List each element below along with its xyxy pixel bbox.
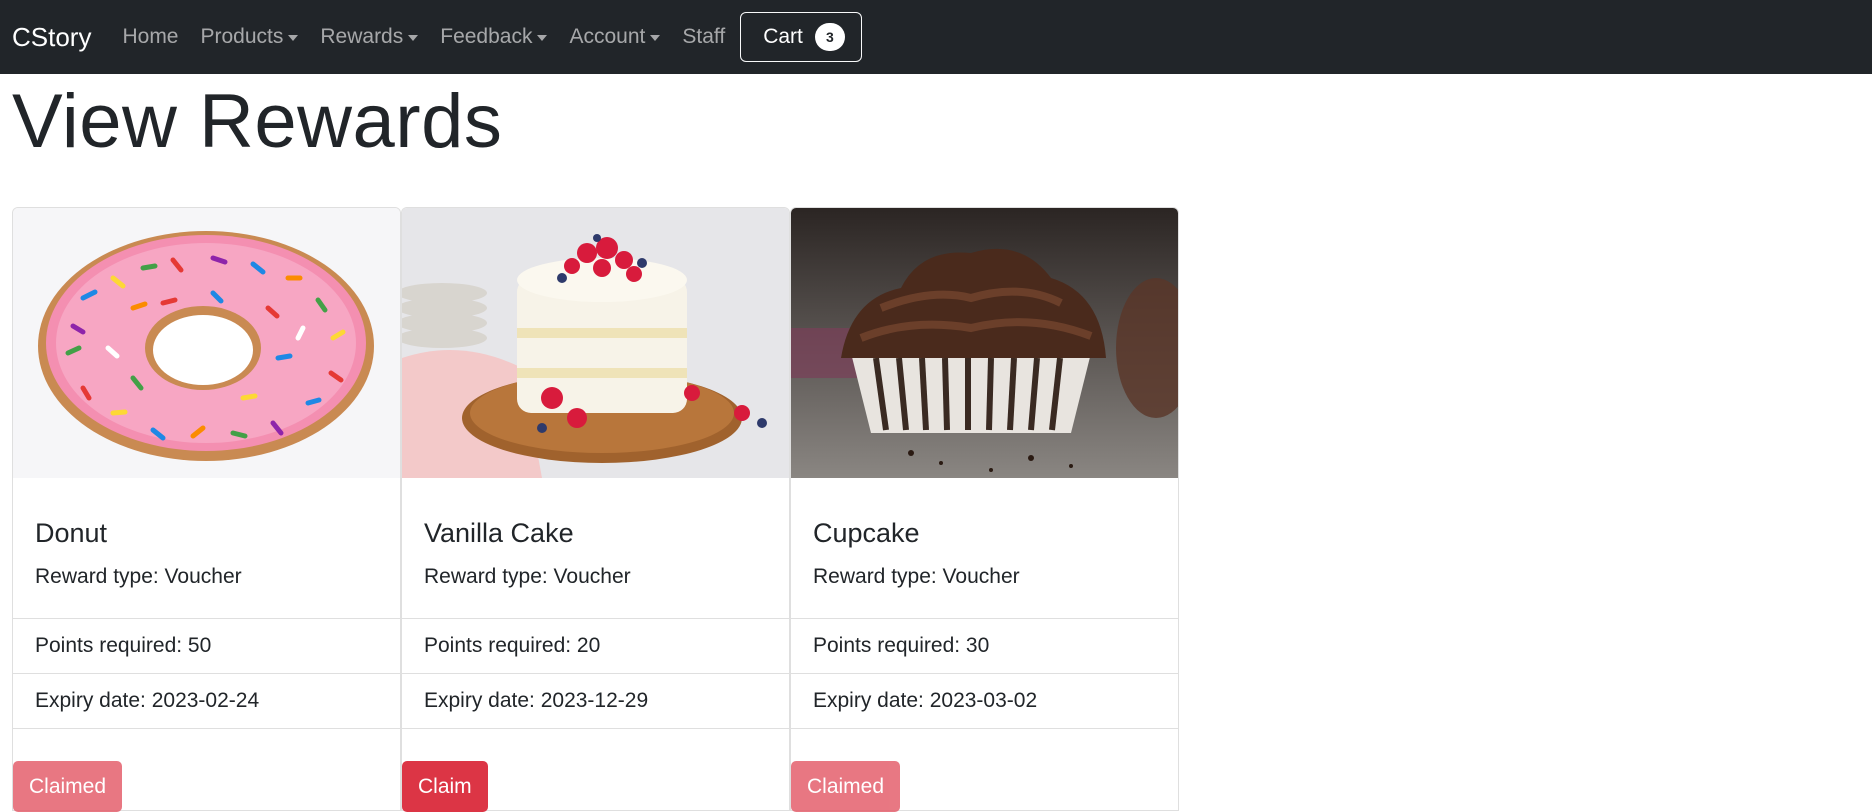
page-title: View Rewards	[12, 79, 503, 164]
reward-card: Vanilla Cake Reward type: Voucher Points…	[401, 207, 790, 812]
reward-points: Points required: 50	[13, 618, 400, 673]
claimed-button[interactable]: Claimed	[791, 761, 901, 812]
reward-name: Cupcake	[813, 518, 920, 548]
reward-card-body: Vanilla Cake Reward type: Voucher	[402, 478, 789, 618]
nav-products-label: Products	[200, 25, 284, 48]
caret-down-icon	[650, 35, 661, 41]
nav-rewards-label: Rewards	[320, 25, 404, 48]
reward-card-footer: Claimed	[791, 728, 1178, 812]
reward-card-footer: Claim	[402, 728, 789, 812]
reward-card: Cupcake Reward type: Voucher Points requ…	[790, 207, 1179, 812]
nav-staff[interactable]: Staff	[682, 25, 725, 49]
nav-account-dropdown[interactable]: Account	[569, 25, 661, 49]
nav-feedback-dropdown[interactable]: Feedback	[440, 25, 548, 49]
reward-card: Donut Reward type: Voucher Points requir…	[12, 207, 401, 812]
reward-image-cupcake	[791, 208, 1178, 478]
cart-button[interactable]: Cart 3	[740, 12, 862, 62]
reward-type: Reward type: Voucher	[424, 565, 631, 588]
reward-name: Vanilla Cake	[424, 518, 574, 548]
reward-card-body: Cupcake Reward type: Voucher	[791, 478, 1178, 618]
rewards-card-grid: Donut Reward type: Voucher Points requir…	[12, 207, 1179, 812]
nav-rewards-dropdown[interactable]: Rewards	[320, 25, 419, 49]
nav-home-label: Home	[122, 25, 179, 48]
caret-down-icon	[537, 35, 548, 41]
caret-down-icon	[408, 35, 419, 41]
reward-points: Points required: 30	[791, 618, 1178, 673]
reward-image-vanilla-cake	[402, 208, 789, 478]
caret-down-icon	[288, 35, 299, 41]
reward-type: Reward type: Voucher	[35, 565, 242, 588]
nav-account-label: Account	[569, 25, 646, 48]
nav-feedback-label: Feedback	[440, 25, 533, 48]
brand-link[interactable]: CStory	[12, 22, 91, 53]
reward-type: Reward type: Voucher	[813, 565, 1020, 588]
reward-card-footer: Claimed	[13, 728, 400, 812]
reward-expiry: Expiry date: 2023-12-29	[402, 673, 789, 728]
top-navbar: CStory Home Products Rewards Feedback Ac…	[0, 0, 1872, 74]
reward-name: Donut	[35, 518, 108, 548]
claim-button[interactable]: Claim	[402, 761, 488, 812]
cart-count-badge: 3	[814, 23, 845, 51]
claimed-button[interactable]: Claimed	[13, 761, 123, 812]
nav-staff-label: Staff	[682, 25, 726, 48]
cart-label: Cart	[763, 25, 803, 48]
reward-points: Points required: 20	[402, 618, 789, 673]
reward-expiry: Expiry date: 2023-03-02	[791, 673, 1178, 728]
nav-products-dropdown[interactable]: Products	[201, 25, 299, 49]
reward-image-donut	[13, 208, 400, 478]
reward-expiry: Expiry date: 2023-02-24	[13, 673, 400, 728]
reward-card-body: Donut Reward type: Voucher	[13, 478, 400, 618]
nav-home[interactable]: Home	[122, 25, 178, 49]
